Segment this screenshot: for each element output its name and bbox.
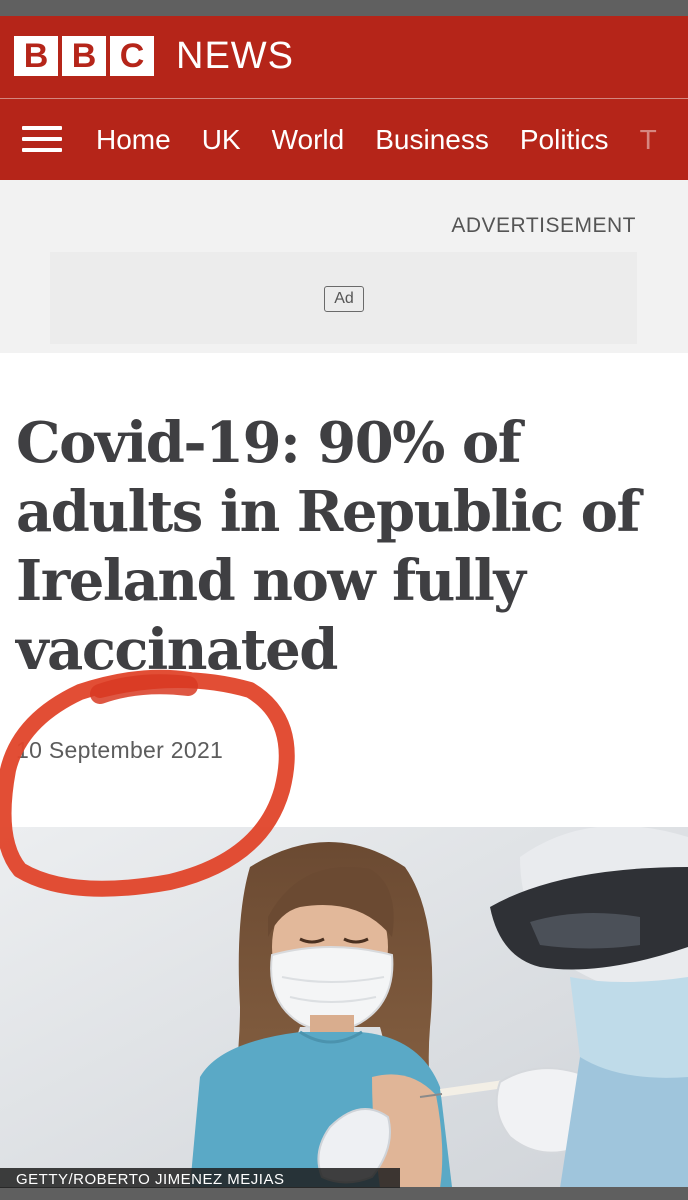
article-header: Covid-19: 90% of adults in Republic of I… [0,353,688,827]
device-status-bar [0,0,688,16]
nav-item-politics[interactable]: Politics [520,99,609,180]
advertisement-section: ADVERTISEMENT Ad [0,180,688,353]
nav-item-world[interactable]: World [272,99,345,180]
nav-item-uk[interactable]: UK [202,99,241,180]
advertisement-label: ADVERTISEMENT [451,214,636,237]
bbc-logo-letter-b2: B [62,36,106,76]
photo-credit: GETTY/ROBERTO JIMENEZ MEJIAS [0,1168,400,1188]
news-wordmark[interactable]: NEWS [176,34,294,78]
bbc-logo-letter-c: C [110,36,154,76]
nav-item-truncated[interactable]: T [640,99,657,180]
article-date: 10 September 2021 [16,737,224,763]
article-photo [0,827,688,1187]
article-headline: Covid-19: 90% of adults in Republic of I… [16,410,641,683]
bbc-logo-letter-b1: B [14,36,58,76]
vaccination-photo-illustration [0,827,688,1187]
bbc-logo[interactable]: B B C [14,36,154,76]
ad-slot[interactable]: Ad [50,252,637,344]
main-navigation: Home UK World Business Politics T [0,99,688,180]
ad-badge: Ad [324,286,364,312]
nav-item-home[interactable]: Home [96,99,171,180]
bottom-strip [0,1188,688,1200]
nav-item-business[interactable]: Business [375,99,489,180]
hamburger-menu-icon[interactable] [22,124,62,154]
masthead: B B C NEWS [0,16,688,98]
